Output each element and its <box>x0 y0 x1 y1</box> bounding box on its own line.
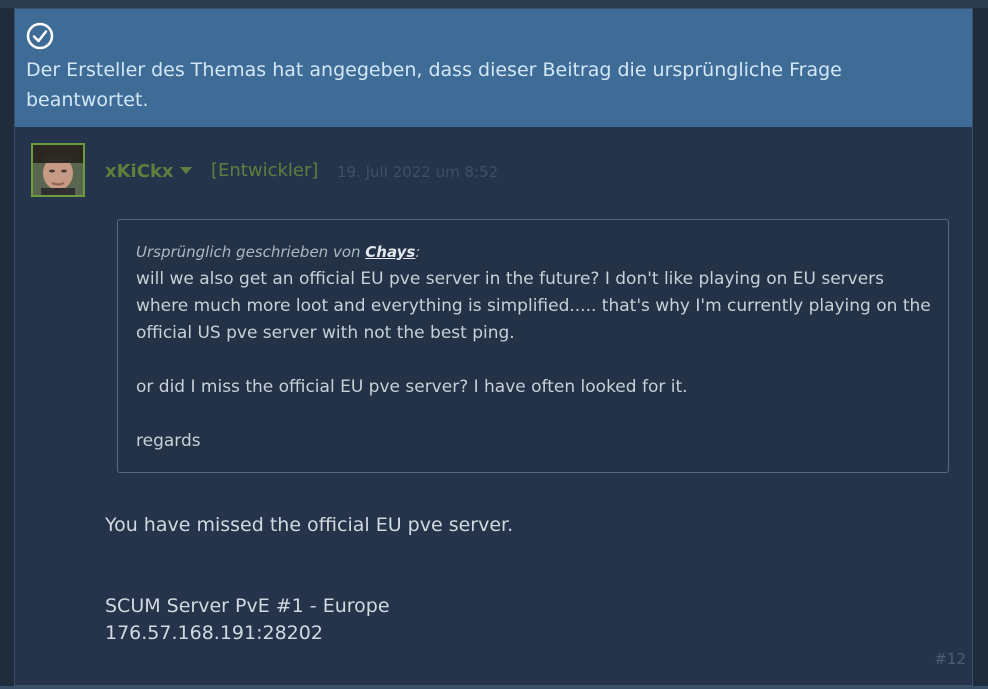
quote-body: will we also get an official EU pve serv… <box>136 266 936 455</box>
reply-line: You have missed the official EU pve serv… <box>105 514 514 536</box>
avatar-image <box>33 145 83 195</box>
quote-line: or did I miss the official EU pve server… <box>136 377 688 397</box>
post-date: 19. Juli 2022 um 8:52 <box>337 163 499 181</box>
chevron-down-icon[interactable] <box>180 167 192 174</box>
reply-line: 176.57.168.191:28202 <box>105 622 323 644</box>
quote-author-link[interactable]: Chays <box>365 243 415 261</box>
avatar[interactable] <box>31 143 85 197</box>
post-number[interactable]: #12 <box>934 650 966 668</box>
answer-banner: Der Ersteller des Themas hat angegeben, … <box>15 9 972 127</box>
reply-line: SCUM Server PvE #1 - Europe <box>105 595 390 617</box>
checkmark-circle-icon <box>26 22 54 50</box>
author-name[interactable]: xKiCkx <box>105 161 174 182</box>
quote-prefix: Ursprünglich geschrieben von <box>136 243 361 261</box>
post-panel: Der Ersteller des Themas hat angegeben, … <box>14 8 973 686</box>
answer-banner-text: Der Ersteller des Themas hat angegeben, … <box>26 59 842 111</box>
page-background: Der Ersteller des Themas hat angegeben, … <box>0 0 988 689</box>
reply-body: You have missed the official EU pve serv… <box>105 512 925 647</box>
quote-line: regards <box>136 431 201 451</box>
author-role: [Entwickler] <box>211 160 319 181</box>
quote-block: Ursprünglich geschrieben von Chays: will… <box>117 219 949 473</box>
quote-suffix: : <box>415 243 421 261</box>
top-divider <box>0 0 988 8</box>
quote-line: will we also get an official EU pve serv… <box>136 269 931 343</box>
quote-header: Ursprünglich geschrieben von Chays: <box>136 243 420 261</box>
